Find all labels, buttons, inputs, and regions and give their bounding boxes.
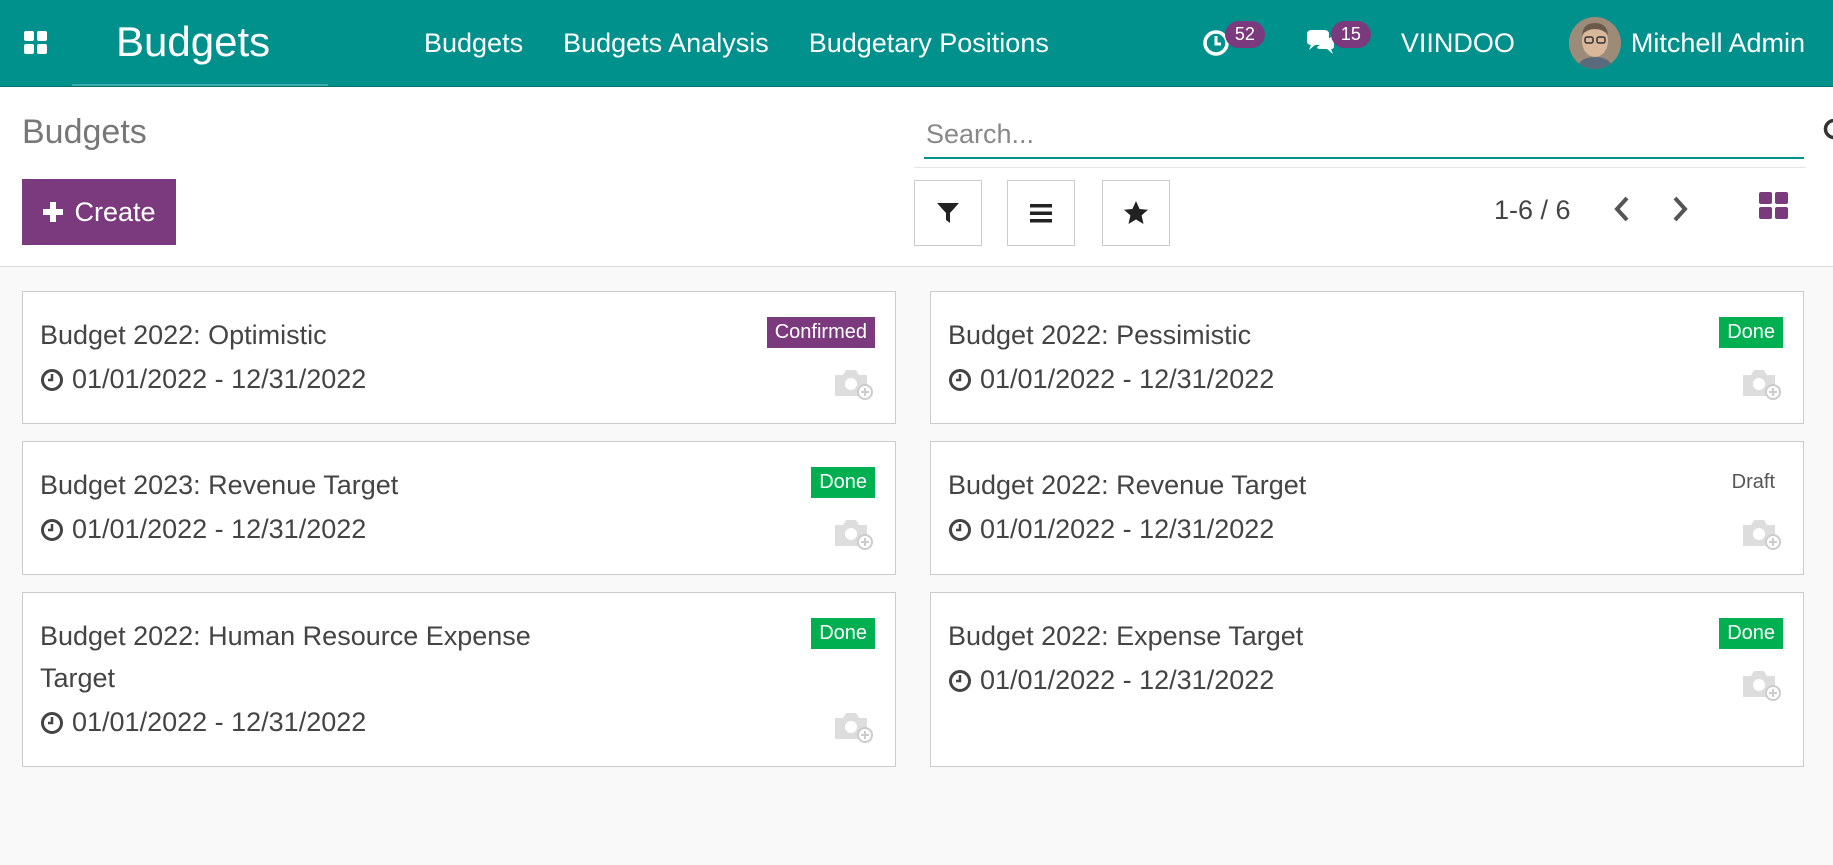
status-badge: Done: [1719, 618, 1783, 649]
filters-button[interactable]: [914, 180, 982, 246]
create-button[interactable]: Create: [22, 179, 176, 245]
kanban-card[interactable]: Budget 2022: Expense Target Done 01/01/2…: [930, 592, 1804, 767]
apps-menu-button[interactable]: [0, 0, 72, 86]
group-by-button[interactable]: [1007, 180, 1075, 246]
card-date-range: 01/01/2022 - 12/31/2022: [72, 514, 367, 544]
clock-icon: [949, 368, 971, 391]
camera-add-icon[interactable]: [833, 709, 873, 743]
kanban-card[interactable]: Budget 2022: Revenue Target Draft 01/01/…: [930, 441, 1804, 575]
card-title: Budget 2022: Expense Target: [948, 621, 1304, 651]
star-icon: [1124, 201, 1148, 224]
camera-add-icon[interactable]: [1741, 516, 1781, 550]
kanban-grid-icon[interactable]: [1758, 191, 1790, 221]
camera-add-icon[interactable]: [833, 366, 873, 400]
clock-icon: [949, 518, 971, 541]
search-divider: [914, 167, 1806, 168]
favorites-button[interactable]: [1102, 180, 1170, 246]
status-badge: Confirmed: [766, 317, 875, 348]
kanban-card[interactable]: Budget 2023: Revenue Target Done 01/01/2…: [22, 441, 896, 575]
kanban-card[interactable]: Budget 2022: Pessimistic Done 01/01/2022…: [930, 291, 1804, 424]
kanban-card[interactable]: Budget 2022: Optimistic Confirmed 01/01/…: [22, 291, 896, 424]
card-date: 01/01/2022 - 12/31/2022: [40, 364, 366, 395]
camera-add-icon[interactable]: [1741, 667, 1781, 701]
status-badge: Done: [811, 467, 875, 498]
activity-menu[interactable]: 52: [1201, 20, 1265, 58]
plus-icon: [43, 202, 64, 222]
breadcrumb: Budgets: [22, 113, 147, 151]
status-badge: Done: [1719, 317, 1783, 348]
top-navbar: Budgets Budgets Budgets Analysis Budgeta…: [0, 0, 1833, 87]
company-switcher[interactable]: VIINDOO: [1401, 28, 1515, 59]
camera-add-icon[interactable]: [1741, 366, 1781, 400]
chevron-right-icon[interactable]: [1670, 195, 1690, 223]
status-badge: Done: [811, 618, 875, 649]
list-icon: [1030, 204, 1052, 223]
menu-item-budgets[interactable]: Budgets: [424, 28, 523, 59]
chevron-left-icon[interactable]: [1612, 195, 1632, 223]
clock-icon: [41, 711, 63, 734]
create-button-label: Create: [74, 196, 156, 227]
activity-count-badge: 52: [1224, 20, 1265, 48]
kanban-card[interactable]: Budget 2022: Human Resource Expense Targ…: [22, 592, 896, 767]
systray: 52 15 VIINDOO Mitchell Admin: [1201, 0, 1833, 86]
menu-item-budgets-analysis[interactable]: Budgets Analysis: [563, 28, 769, 59]
clock-icon: [41, 368, 63, 391]
camera-add-icon[interactable]: [833, 516, 873, 550]
card-title: Budget 2022: Revenue Target: [948, 470, 1307, 500]
card-date: 01/01/2022 - 12/31/2022: [948, 514, 1274, 545]
top-menu: Budgets Budgets Analysis Budgetary Posit…: [424, 28, 1049, 59]
card-date-range: 01/01/2022 - 12/31/2022: [980, 514, 1275, 544]
card-date-range: 01/01/2022 - 12/31/2022: [72, 707, 367, 737]
menu-item-budgetary-positions[interactable]: Budgetary Positions: [809, 28, 1049, 59]
card-title: Budget 2022: Optimistic: [40, 320, 327, 350]
grid-icon: [24, 31, 47, 54]
card-date-range: 01/01/2022 - 12/31/2022: [72, 364, 367, 394]
messages-menu[interactable]: 15: [1303, 20, 1371, 58]
filter-icon: [937, 203, 959, 223]
search-input[interactable]: [924, 113, 1756, 155]
user-name: Mitchell Admin: [1630, 27, 1805, 58]
search-bar: [924, 113, 1833, 159]
card-date: 01/01/2022 - 12/31/2022: [948, 364, 1274, 395]
avatar: [1568, 17, 1621, 69]
control-panel: Budgets Create 1-6 / 6: [0, 87, 1833, 267]
card-title: Budget 2023: Revenue Target: [40, 470, 399, 500]
app-title[interactable]: Budgets: [72, 0, 328, 86]
search-icon[interactable]: [1822, 117, 1833, 147]
card-date-range: 01/01/2022 - 12/31/2022: [980, 665, 1275, 695]
pager-value[interactable]: 1-6 / 6: [1494, 195, 1571, 226]
card-date: 01/01/2022 - 12/31/2022: [948, 665, 1274, 696]
messages-count-badge: 15: [1330, 20, 1371, 48]
card-date: 01/01/2022 - 12/31/2022: [40, 707, 366, 738]
card-title: Budget 2022: Pessimistic: [948, 320, 1252, 350]
card-date: 01/01/2022 - 12/31/2022: [40, 514, 366, 545]
card-title: Budget 2022: Human Resource Expense Targ…: [40, 621, 531, 693]
clock-icon: [949, 669, 971, 692]
clock-icon: [41, 518, 63, 541]
status-badge: Draft: [1731, 471, 1775, 493]
card-date-range: 01/01/2022 - 12/31/2022: [980, 364, 1275, 394]
user-menu[interactable]: Mitchell Admin: [1568, 17, 1805, 69]
